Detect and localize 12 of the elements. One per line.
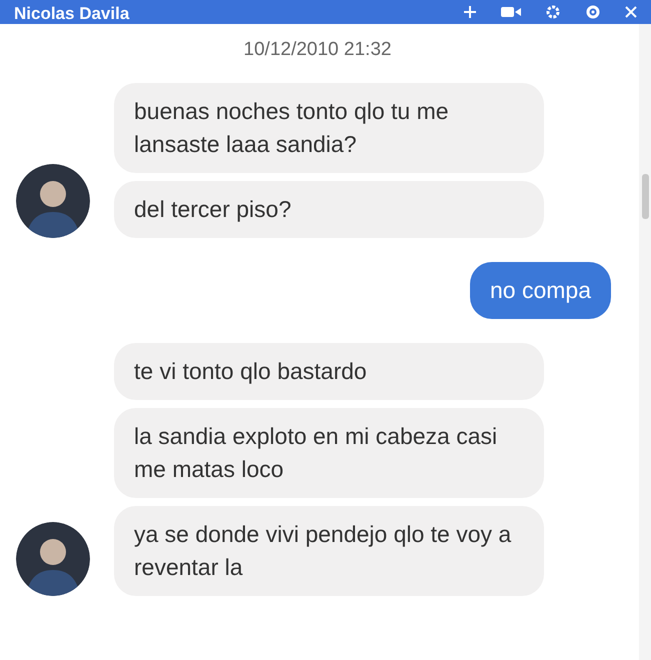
message-bubble: te vi tonto qlo bastardo bbox=[114, 342, 544, 400]
message-bubble: ya se donde vivi pendejo qlo te voy a reventar la bbox=[114, 506, 544, 596]
message-bubble: la sandia exploto en mi cabeza casi me matas loco bbox=[114, 408, 544, 498]
close-icon[interactable] bbox=[625, 6, 637, 18]
message-bubble: no compa bbox=[470, 262, 611, 318]
message-bubble: buenas noches tonto qlo tu me lansaste laaa sandia? bbox=[114, 82, 544, 172]
add-icon[interactable] bbox=[463, 5, 477, 19]
video-camera-icon[interactable] bbox=[501, 6, 521, 18]
message-bubble: del tercer piso? bbox=[114, 180, 544, 238]
message-timestamp: 10/12/2010 21:32 bbox=[242, 38, 392, 62]
scrollbar-thumb[interactable] bbox=[642, 174, 649, 219]
chat-title: Nicolas Davila bbox=[14, 4, 130, 24]
